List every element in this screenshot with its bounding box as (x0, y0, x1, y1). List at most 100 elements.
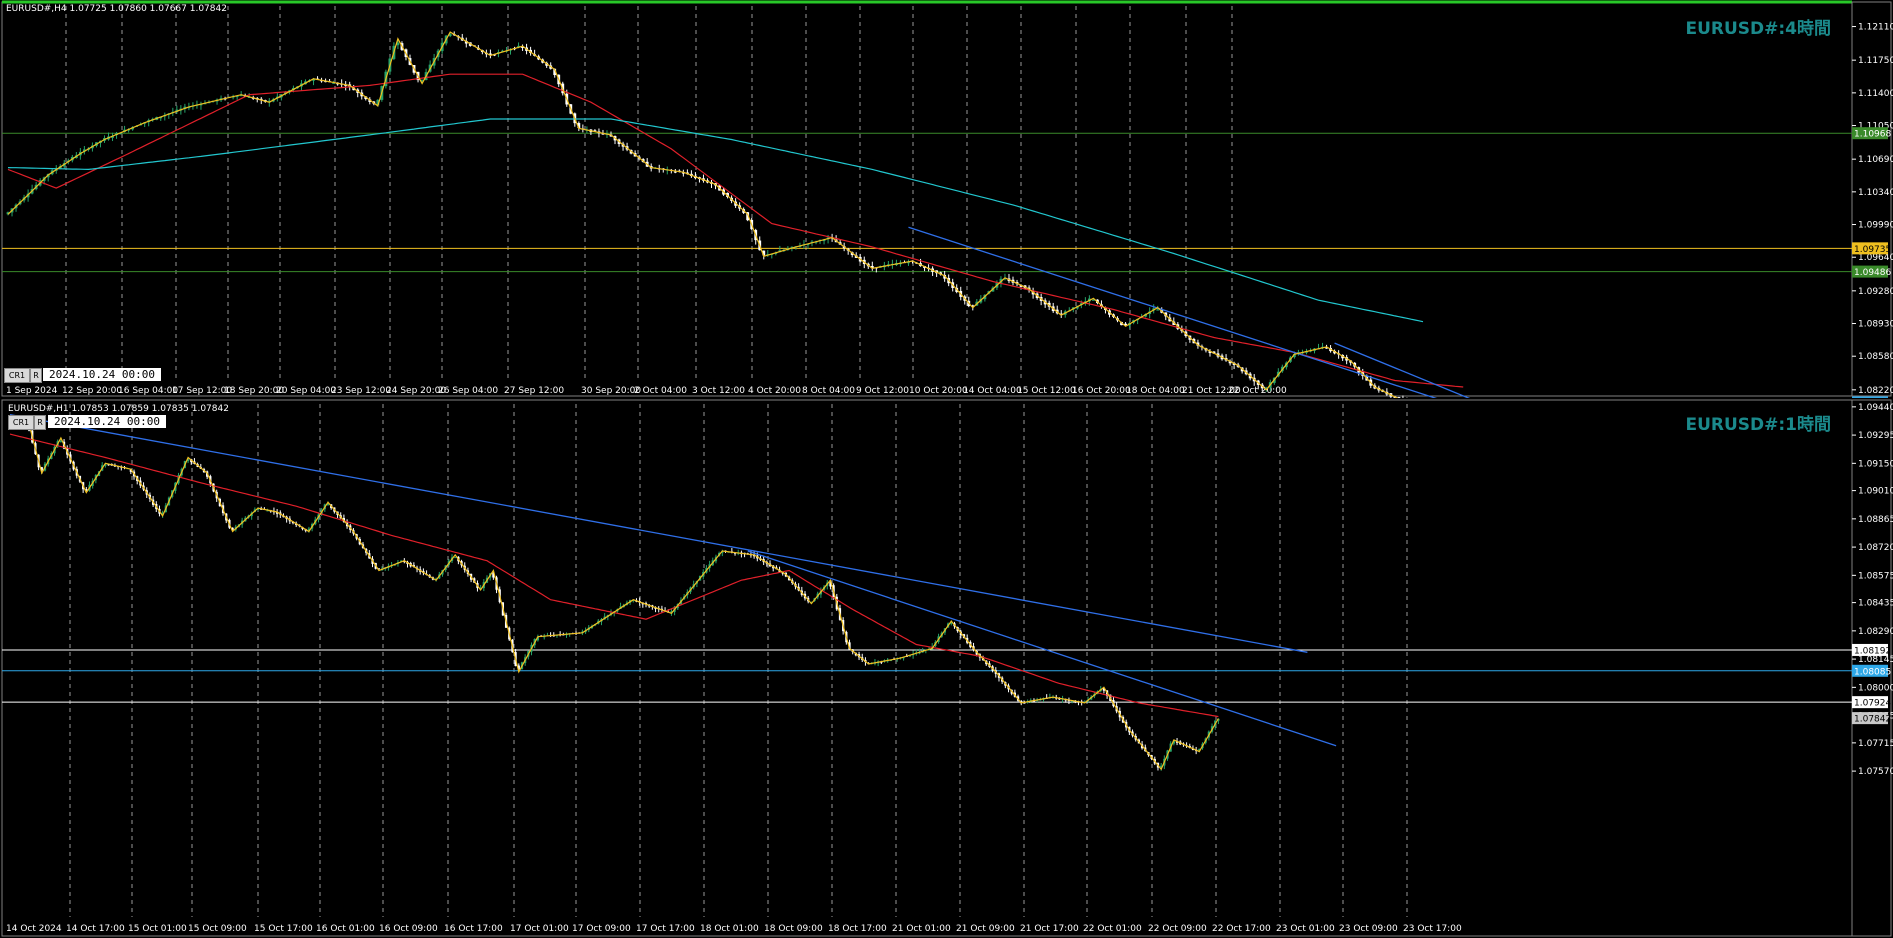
undefined-ma-fast-line (7, 73, 1464, 388)
undefined-zigzag-line (7, 31, 1399, 398)
undefined-y-tick-label: 1.07570 (1858, 767, 1893, 777)
h1-chart-canvas[interactable]: 14 Oct 2024 14 Oct 17:00 15 Oct 01:00 15 Oc… (0, 398, 1893, 938)
undefined-y-tick-label: 1.09280 (1858, 287, 1893, 297)
undefined-ma-fast-line (9, 433, 1219, 718)
undefined-x-tick-label: 15 Oct 09:00 (188, 924, 247, 934)
undefined-price-tag-label: 1.07842 (1854, 715, 1891, 725)
undefined-ma-slow-line (7, 118, 1424, 323)
undefined-x-tick-label: 18 Oct 17:00 (828, 924, 887, 934)
undefined-x-tick-label: 10 Oct 20:00 (909, 386, 968, 396)
undefined-y-tick-label: 1.09440 (1858, 403, 1893, 413)
undefined-x-tick-label: 16 Oct 17:00 (444, 924, 503, 934)
h4-chart-canvas[interactable]: 1 Sep 2024 12 Sep 20:0016 Sep 04:0017 Sep… (0, 0, 1893, 398)
undefined-y-tick-label: 1.07715 (1858, 739, 1893, 749)
undefined-y-tick-label: 1.08220 (1858, 386, 1893, 396)
undefined-y-tick-label: 1.08865 (1858, 515, 1893, 525)
undefined-candle-body (59, 440, 62, 442)
undefined-price-tag-label: 1.09735 (1854, 245, 1891, 255)
undefined-price-tag-label: 1.09486 (1854, 268, 1891, 278)
undefined-x-tick-label: 23 Oct 09:00 (1339, 924, 1398, 934)
undefined-x-tick-label: 14 Oct 17:00 (66, 924, 125, 934)
undefined-y-tick-label: 1.08580 (1858, 352, 1893, 362)
undefined-x-tick-label: 30 Sep 20:00 (581, 386, 641, 396)
undefined-x-tick-label: 21 Oct 01:00 (892, 924, 951, 934)
undefined-x-tick-label: 17 Oct 09:00 (572, 924, 631, 934)
undefined-x-tick-label: 8 Oct 04:00 (802, 386, 855, 396)
undefined-x-tick-label: 4 Oct 20:00 (748, 386, 801, 396)
undefined-x-tick-label: 12 Sep 20:00 (62, 386, 122, 396)
undefined-x-tick-label: 27 Sep 12:00 (504, 386, 564, 396)
undefined-candle-body (1156, 309, 1160, 311)
undefined-x-tick-label: 18 Oct 09:00 (764, 924, 823, 934)
undefined-x-tick-label: 16 Oct 01:00 (316, 924, 375, 934)
undefined-x-tick-label: 3 Oct 12:00 (692, 386, 745, 396)
undefined-y-tick-label: 1.08145 (1858, 655, 1893, 665)
undefined-x-tick-label: 2 Oct 04:00 (634, 386, 687, 396)
undefined-x-tick-label: 15 Oct 12:00 (1017, 386, 1076, 396)
undefined-x-tick-label: 21 Oct 09:00 (956, 924, 1015, 934)
h4-cr1-btn-visible[interactable]: CR1 (4, 368, 30, 383)
undefined-x-tick-label: 1 Sep 2024 (6, 386, 58, 396)
undefined-x-tick-label: 22 Oct 09:00 (1148, 924, 1207, 934)
undefined-y-tick-label: 1.10690 (1858, 155, 1893, 165)
undefined-x-tick-label: 22 Oct 20:00 (1228, 386, 1287, 396)
h1-watermark-label: EURUSD#:1時間 (1685, 415, 1831, 435)
undefined-x-tick-label: 15 Oct 17:00 (254, 924, 313, 934)
h4-chart-panel[interactable]: 1 Sep 2024 12 Sep 20:00 16 Sep 04:00 17 Sep… (0, 0, 1893, 398)
undefined-y-tick-label: 1.11750 (1858, 56, 1893, 66)
undefined-trendline-line (1334, 342, 1471, 398)
undefined-y-tick-label: 1.08575 (1858, 571, 1893, 581)
h1-cr1-button[interactable]: CR1 (8, 415, 34, 430)
undefined-x-tick-label: 20 Sep 04:00 (276, 386, 336, 396)
undefined-x-tick-label: 23 Sep 12:00 (331, 386, 391, 396)
undefined-x-tick-label: 21 Oct 17:00 (1020, 924, 1079, 934)
undefined-trendline-line (747, 550, 1337, 747)
h1-chart-panel[interactable]: 14 Oct 2024 14 Oct 17:00 15 Oct 01:00 15 Oc… (0, 398, 1893, 938)
undefined-x-tick-label: 18 Oct 04:00 (1126, 386, 1185, 396)
undefined-y-tick-label: 1.11400 (1858, 89, 1893, 99)
undefined-y-tick-label: 1.10340 (1858, 188, 1893, 198)
undefined-x-tick-label: 22 Oct 01:00 (1083, 924, 1142, 934)
undefined-x-tick-label: 17 Oct 01:00 (510, 924, 569, 934)
undefined-frame (1, 1, 1892, 397)
h1-chart-header: EURUSD#,H1 1.07853 1.07859 1.07835 1.078… (8, 404, 229, 414)
undefined-trendline-line (908, 226, 1438, 398)
undefined-x-tick-label: 16 Oct 09:00 (379, 924, 438, 934)
h1-date-box: 2024.10.24 00:00 (48, 415, 166, 428)
undefined-x-tick-label: 23 Oct 17:00 (1403, 924, 1462, 934)
undefined-y-tick-label: 1.09010 (1858, 487, 1893, 497)
undefined-x-tick-label: 17 Oct 17:00 (636, 924, 695, 934)
undefined-x-tick-label: 22 Oct 17:00 (1212, 924, 1271, 934)
undefined-price-tag-label: 1.08192 (1854, 646, 1891, 656)
undefined-x-tick-label: 14 Oct 2024 (6, 924, 62, 934)
undefined-x-tick-label: 15 Oct 01:00 (128, 924, 187, 934)
undefined-x-tick-label: 16 Sep 04:00 (118, 386, 178, 396)
undefined-zigzag-line (10, 423, 1219, 771)
undefined-x-tick-label: 18 Oct 01:00 (700, 924, 759, 934)
undefined-y-tick-label: 1.08720 (1858, 543, 1893, 553)
undefined-y-tick-label: 1.08290 (1858, 627, 1893, 637)
undefined-y-tick-label: 1.12110 (1858, 23, 1893, 33)
undefined-frame (1, 399, 1892, 937)
undefined-x-tick-label: 16 Oct 20:00 (1072, 386, 1131, 396)
undefined-trendline-line (9, 413, 1308, 653)
h1-r-button[interactable]: R (34, 415, 46, 430)
undefined-y-tick-label: 1.09295 (1858, 431, 1893, 441)
h4-r-button[interactable]: R (30, 368, 42, 383)
undefined-x-tick-label: 23 Oct 01:00 (1276, 924, 1335, 934)
undefined-x-tick-label: 14 Oct 04:00 (963, 386, 1022, 396)
undefined-x-tick-label: 26 Sep 04:00 (438, 386, 498, 396)
undefined-y-tick-label: 1.09150 (1858, 459, 1893, 469)
undefined-candle-body (454, 557, 457, 559)
h4-watermark-label: EURUSD#:4時間 (1685, 19, 1831, 39)
undefined-y-tick-label: 1.08930 (1858, 320, 1893, 330)
undefined-price-tag-label: 1.07924 (1854, 699, 1891, 709)
undefined-price-tag-label: 1.10968 (1854, 130, 1891, 140)
undefined-y-tick-label: 1.09990 (1858, 221, 1893, 231)
h4-chart-header: EURUSD#,H4 1.07725 1.07860 1.07667 1.078… (6, 4, 227, 14)
undefined-y-tick-label: 1.08000 (1858, 683, 1893, 693)
undefined-x-tick-label: 9 Oct 12:00 (856, 386, 909, 396)
undefined-y-tick-label: 1.08435 (1858, 599, 1893, 609)
undefined-price-tag-label: 1.08085 (1854, 667, 1891, 677)
h4-date-box: 2024.10.24 00:00 (43, 368, 161, 381)
